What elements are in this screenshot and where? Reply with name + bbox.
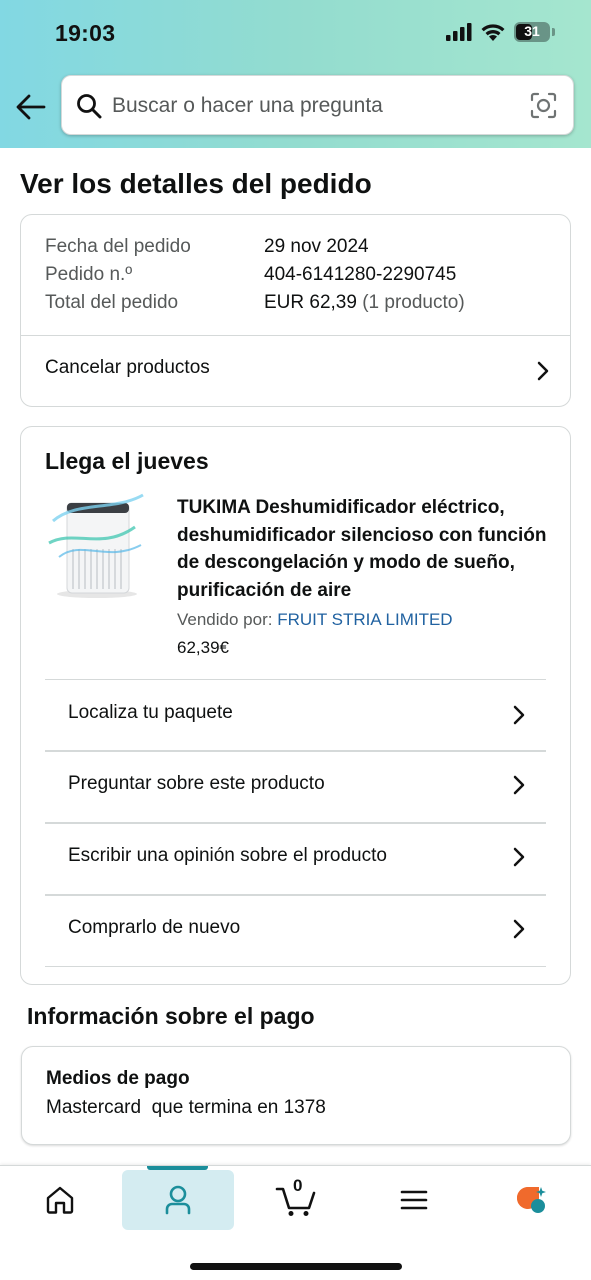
tab-rufus[interactable] [475, 1170, 587, 1230]
status-time: 19:03 [55, 20, 116, 46]
track-package-label: Localiza tu paquete [68, 702, 233, 723]
cart-count: 0 [293, 1176, 303, 1195]
shipment-card: Llega el jueves TUKIMA Deshumidificador … [20, 426, 571, 985]
battery-tip [552, 28, 555, 36]
cancel-products-label: Cancelar productos [45, 357, 210, 378]
search-input[interactable] [112, 86, 512, 126]
seller-info: Vendido por: FRUIT STRIA LIMITED [177, 610, 453, 630]
order-total-value: EUR 62,39 [264, 292, 357, 313]
rufus-ai-icon [517, 1187, 546, 1213]
tab-menu[interactable] [358, 1170, 470, 1230]
buy-again-row[interactable]: Comprarlo de nuevo [21, 896, 570, 966]
track-package-row[interactable]: Localiza tu paquete [21, 680, 570, 750]
chevron-right-icon [513, 847, 525, 867]
tab-home[interactable] [4, 1170, 116, 1230]
tab-cart[interactable]: 0 [240, 1170, 352, 1230]
tab-account[interactable] [122, 1170, 234, 1230]
battery-icon: 31 [514, 22, 550, 42]
order-item-count: (1 producto) [362, 292, 465, 313]
order-date-label: Fecha del pedido [45, 236, 191, 257]
top-header: 19:03 31 [0, 0, 591, 148]
buy-again-label: Comprarlo de nuevo [68, 917, 241, 938]
ask-product-label: Preguntar sobre este producto [68, 773, 325, 794]
search-bar[interactable] [61, 75, 574, 135]
chevron-right-icon [537, 361, 549, 381]
home-indicator[interactable] [190, 1263, 402, 1270]
order-number-value: 404-6141280-2290745 [264, 264, 457, 285]
chevron-right-icon [513, 775, 525, 795]
payment-method-value: Mastercard que termina en 1378 [46, 1097, 326, 1118]
seller-link[interactable]: FRUIT STRIA LIMITED [277, 610, 452, 629]
chevron-right-icon [513, 705, 525, 725]
write-review-label: Escribir una opinión sobre el producto [68, 845, 387, 866]
back-arrow-icon[interactable] [14, 90, 48, 124]
payment-method-label: Medios de pago [46, 1068, 190, 1089]
payment-section-title: Información sobre el pago [27, 1003, 315, 1029]
home-icon [46, 1186, 74, 1214]
product-price: 62,39€ [177, 638, 229, 657]
menu-icon [400, 1190, 428, 1210]
camera-scan-icon[interactable] [530, 92, 557, 119]
arrival-status: Llega el jueves [45, 448, 209, 474]
cancel-products-row[interactable]: Cancelar productos [21, 336, 570, 407]
page-title: Ver los detalles del pedido [20, 168, 372, 199]
payment-method-card[interactable]: Medios de pago Mastercard que termina en… [21, 1046, 571, 1145]
account-icon [165, 1185, 191, 1215]
order-date-value: 29 nov 2024 [264, 236, 369, 257]
divider [45, 966, 546, 967]
status-icons: 31 [446, 22, 555, 42]
cellular-signal-icon [446, 23, 472, 41]
order-summary-card: Fecha del pedido 29 nov 2024 Pedido n.º … [20, 214, 571, 407]
battery-level: 31 [524, 23, 540, 39]
product-title[interactable]: TUKIMA Deshumidificador eléctrico, deshu… [177, 494, 557, 604]
search-icon [77, 94, 102, 119]
seller-prefix: Vendido por: [177, 610, 273, 629]
wifi-icon [481, 23, 505, 41]
product-thumbnail[interactable] [45, 491, 151, 603]
order-total: EUR 62,39 (1 producto) [264, 292, 465, 314]
order-total-label: Total del pedido [45, 292, 179, 313]
chevron-right-icon [513, 919, 525, 939]
ask-product-row[interactable]: Preguntar sobre este producto [21, 752, 570, 822]
bottom-tab-bar: 0 [0, 1165, 591, 1280]
write-review-row[interactable]: Escribir una opinión sobre el producto [21, 824, 570, 894]
order-number-label: Pedido n.º [45, 264, 133, 285]
